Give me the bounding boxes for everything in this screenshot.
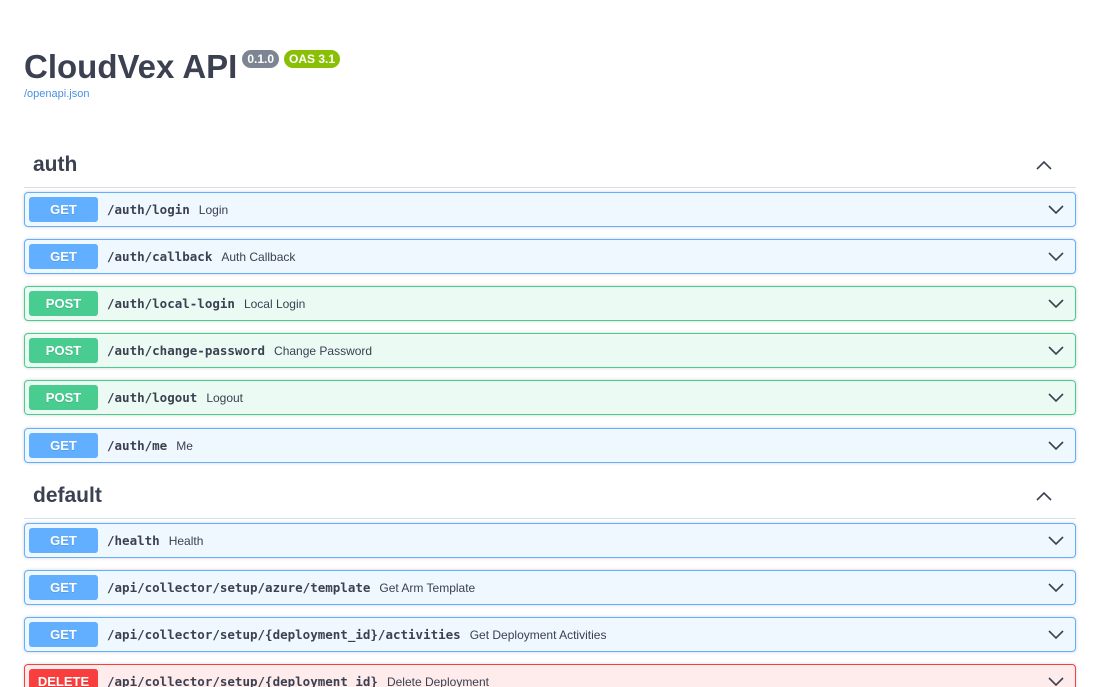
tag-name: default (33, 483, 102, 507)
authorization-icon[interactable] (1033, 251, 1045, 263)
tag-header-default[interactable]: default (24, 473, 1076, 519)
chevron-down-icon[interactable] (1045, 293, 1067, 315)
oas-badge: OAS 3.1 (284, 50, 341, 68)
operation-summary: Delete Deployment (386, 674, 489, 687)
operation-row[interactable]: POST /auth/logout Logout (24, 380, 1076, 415)
api-info: CloudVex API 0.1.0 OAS 3.1 /openapi.json (24, 48, 341, 100)
chevron-down-icon[interactable] (1045, 340, 1067, 362)
authorization-icon[interactable] (1033, 535, 1045, 547)
version-badge: 0.1.0 (242, 50, 280, 68)
operation-row[interactable]: POST /auth/change-password Change Passwo… (24, 333, 1076, 368)
operation-path: /auth/me (107, 438, 168, 453)
operation-summary: Local Login (243, 296, 306, 311)
operation-summary: Get Deployment Activities (469, 627, 607, 642)
chevron-down-icon[interactable] (1045, 671, 1067, 687)
chevron-down-icon[interactable] (1045, 246, 1067, 268)
openapi-json-link[interactable]: /openapi.json (24, 88, 340, 100)
method-badge: GET (29, 622, 98, 647)
operation-summary: Change Password (274, 343, 373, 358)
chevron-up-icon[interactable] (1034, 155, 1054, 175)
operation-summary: Auth Callback (221, 249, 296, 264)
authorization-icon[interactable] (1033, 298, 1045, 310)
operation-summary: Me (176, 438, 193, 453)
authorization-icon[interactable] (1033, 440, 1045, 452)
tag-section-default: default (24, 473, 1076, 519)
operation-row[interactable]: GET /api/collector/setup/azure/template … (24, 570, 1076, 605)
operation-row[interactable]: GET /auth/callback Auth Callback (24, 239, 1076, 274)
operation-path: /health (107, 533, 160, 548)
operation-row[interactable]: GET /api/collector/setup/{deployment_id}… (24, 617, 1076, 652)
authorization-icon[interactable] (1033, 629, 1045, 641)
operation-row[interactable]: GET /auth/login Login (24, 192, 1076, 227)
method-badge: GET (29, 433, 98, 458)
operation-path: /api/collector/setup/azure/template (107, 580, 371, 595)
chevron-down-icon[interactable] (1045, 199, 1067, 221)
chevron-down-icon[interactable] (1045, 577, 1067, 599)
operation-path: /auth/local-login (107, 296, 235, 311)
swagger-page: CloudVex API 0.1.0 OAS 3.1 /openapi.json… (0, 0, 1100, 687)
chevron-up-icon[interactable] (1034, 486, 1054, 506)
operation-row[interactable]: POST /auth/local-login Local Login (24, 286, 1076, 321)
operation-path: /auth/login (107, 202, 190, 217)
operation-summary: Logout (206, 390, 244, 405)
method-badge: DELETE (29, 669, 98, 687)
operation-summary: Login (198, 202, 229, 217)
title-row: CloudVex API 0.1.0 OAS 3.1 (24, 48, 341, 86)
operation-path: /api/collector/setup/{deployment_id}/act… (107, 627, 461, 642)
chevron-down-icon[interactable] (1045, 435, 1067, 457)
chevron-down-icon[interactable] (1045, 387, 1067, 409)
operation-path: /auth/callback (107, 249, 213, 264)
operation-row[interactable]: DELETE /api/collector/setup/{deployment_… (24, 664, 1076, 687)
authorization-icon[interactable] (1033, 392, 1045, 404)
operation-path: /api/collector/setup/{deployment_id} (107, 674, 378, 687)
method-badge: POST (29, 291, 98, 316)
tag-name: auth (33, 152, 78, 176)
method-badge: POST (29, 338, 98, 363)
operation-summary: Get Arm Template (379, 580, 476, 595)
authorization-icon[interactable] (1033, 345, 1045, 357)
chevron-down-icon[interactable] (1045, 530, 1067, 552)
method-badge: POST (29, 385, 98, 410)
api-title: CloudVex API (24, 48, 238, 85)
tag-header-auth[interactable]: auth (24, 142, 1076, 188)
chevron-down-icon[interactable] (1045, 624, 1067, 646)
authorization-icon[interactable] (1033, 676, 1045, 687)
operation-path: /auth/logout (107, 390, 198, 405)
operation-row[interactable]: GET /health Health (24, 523, 1076, 558)
tag-section-auth: auth (24, 142, 1076, 188)
method-badge: GET (29, 528, 98, 553)
method-badge: GET (29, 244, 98, 269)
operation-summary: Health (168, 533, 204, 548)
method-badge: GET (29, 575, 98, 600)
authorization-icon[interactable] (1033, 582, 1045, 594)
operation-path: /auth/change-password (107, 343, 266, 358)
operation-row[interactable]: GET /auth/me Me (24, 428, 1076, 463)
method-badge: GET (29, 197, 98, 222)
authorization-icon[interactable] (1033, 204, 1045, 216)
